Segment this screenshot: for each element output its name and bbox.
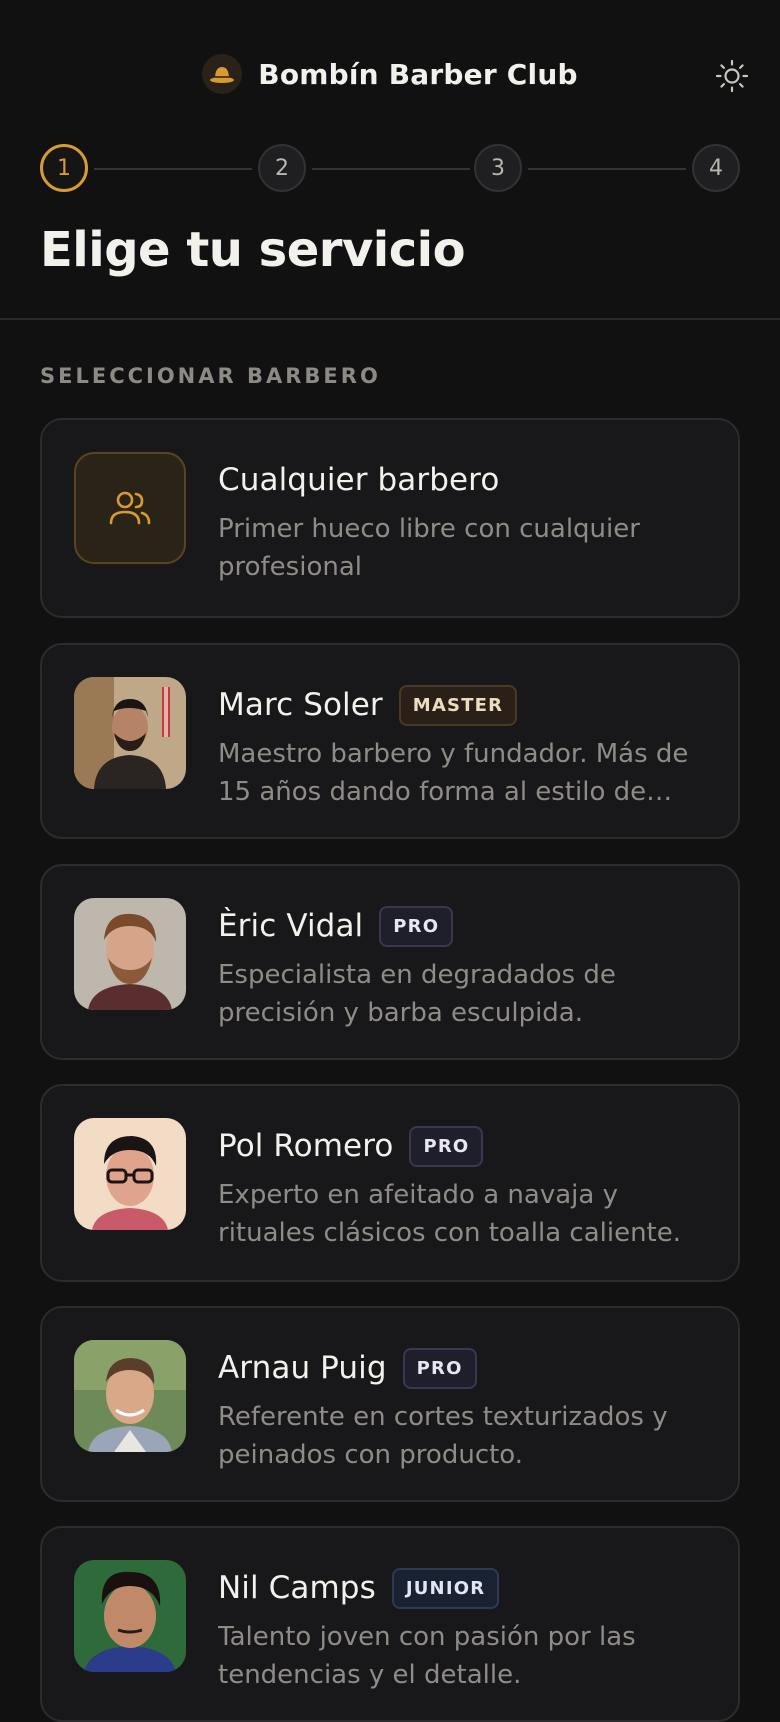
barber-name: Èric Vidal [218, 908, 364, 944]
sun-icon [715, 59, 749, 93]
header: Bombín Barber Club 1 2 3 4 Elige tu serv… [0, 0, 780, 320]
barber-name: Pol Romero [218, 1128, 394, 1164]
barber-card-any[interactable]: Cualquier barbero Primer hueco libre con… [40, 418, 740, 618]
barber-card[interactable]: Èric Vidal PRO Especialista en degradado… [40, 864, 740, 1060]
section-label: SELECCIONAR BARBERO [40, 364, 381, 388]
barber-description: Referente en cortes texturizados y peina… [218, 1402, 668, 1470]
bowler-hat-icon [202, 54, 243, 94]
barber-card[interactable]: Arnau Puig PRO Referente en cortes textu… [40, 1306, 740, 1502]
page-title: Elige tu servicio [40, 222, 466, 278]
step-connector [312, 168, 470, 170]
barber-name: Cualquier barbero [218, 462, 500, 498]
level-badge: PRO [402, 1347, 477, 1389]
level-badge: PRO [379, 905, 454, 947]
brand-name: Bombín Barber Club [258, 57, 578, 91]
level-badge: MASTER [398, 684, 518, 726]
step-connector [94, 168, 252, 170]
barber-name: Arnau Puig [218, 1350, 387, 1386]
avatar [74, 1118, 186, 1230]
avatar [74, 1340, 186, 1452]
level-badge: JUNIOR [391, 1567, 500, 1609]
step-2[interactable]: 2 [258, 144, 306, 192]
barber-description: Primer hueco libre con cualquier profesi… [218, 514, 640, 582]
brand[interactable]: Bombín Barber Club [0, 54, 780, 94]
step-1[interactable]: 1 [40, 144, 88, 192]
level-badge: PRO [409, 1125, 484, 1167]
barber-card[interactable]: Pol Romero PRO Experto en afeitado a nav… [40, 1084, 740, 1282]
avatar [74, 1560, 186, 1672]
barber-name: Nil Camps [218, 1570, 376, 1606]
avatar [74, 677, 186, 789]
users-icon [74, 452, 186, 564]
stepper: 1 2 3 4 [40, 144, 740, 194]
barber-description: Talento joven con pasión por las tendenc… [218, 1622, 636, 1690]
barber-name: Marc Soler [218, 687, 383, 723]
barber-card[interactable]: Nil Camps JUNIOR Talento joven con pasió… [40, 1526, 740, 1722]
step-4[interactable]: 4 [692, 144, 740, 192]
step-3[interactable]: 3 [474, 144, 522, 192]
theme-toggle-button[interactable] [710, 54, 754, 98]
barber-description: Especialista en degradados de precisión … [218, 960, 616, 1028]
barber-card[interactable]: Marc Soler MASTER Maestro barbero y fund… [40, 643, 740, 839]
barber-description: Experto en afeitado a navaja y rituales … [218, 1180, 682, 1248]
barber-description: Maestro barbero y fundador. Más de 15 añ… [218, 739, 689, 807]
avatar [74, 898, 186, 1010]
step-connector [528, 168, 686, 170]
